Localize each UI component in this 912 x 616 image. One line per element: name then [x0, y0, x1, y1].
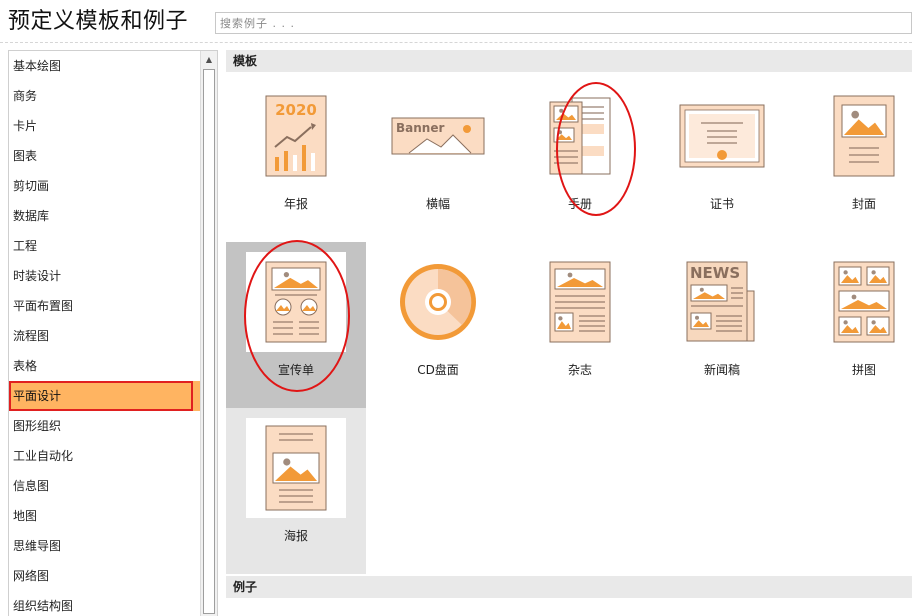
template-tile[interactable]: 拼图 [794, 242, 912, 408]
newsletter-icon: NEWS [672, 252, 772, 352]
certificate-icon [672, 86, 772, 186]
banner-icon: Banner [388, 86, 488, 186]
template-tile[interactable]: 手册 [510, 76, 650, 242]
category-list: 基本绘图 商务 卡片 图表 剪切画 数据库 工程 时装设计 平面布置图 流程图 表格 平面设计 图形组织… [9, 51, 201, 616]
magazine-icon [530, 252, 630, 352]
sidebar-scrollbar[interactable]: ▲ [200, 51, 217, 616]
header-divider [0, 42, 912, 43]
collage-icon [814, 252, 912, 352]
sidebar-item[interactable]: 平面布置图 [9, 291, 201, 321]
flyer-icon [246, 252, 346, 352]
sidebar-item[interactable]: 商务 [9, 81, 201, 111]
annual-report-icon: 2020 [246, 86, 346, 186]
sidebar-item[interactable]: 网络图 [9, 561, 201, 591]
template-label: 手册 [567, 197, 592, 211]
template-label: 新闻稿 [703, 363, 740, 377]
poster-icon [246, 418, 346, 518]
template-tile[interactable]: 宣传单 [226, 242, 366, 408]
template-label: 证书 [709, 197, 734, 211]
template-tile[interactable]: Banner 横幅 [368, 76, 508, 242]
template-label: 海报 [283, 529, 308, 543]
brochure-icon [530, 86, 630, 186]
sidebar-item[interactable]: 地图 [9, 501, 201, 531]
sidebar-item[interactable]: 平面设计 [9, 381, 193, 411]
template-tile[interactable]: NEWS 新闻稿 [652, 242, 792, 408]
scroll-thumb[interactable] [203, 69, 215, 614]
template-label: 封面 [851, 197, 876, 211]
sidebar-item[interactable]: 工业自动化 [9, 441, 201, 471]
templates-dialog: 预定义模板和例子 基本绘图商务卡片图表剪切画数据库工程时装设计平面布置图流程图表… [0, 0, 912, 616]
thumb-news-text: NEWS [690, 264, 740, 282]
template-label: 年报 [283, 197, 308, 211]
template-label: 横幅 [425, 197, 450, 211]
category-sidebar: 基本绘图 商务 卡片 图表 剪切画 数据库 工程 时装设计 平面布置图 流程图 表格 平面设计 图形组织… [8, 50, 218, 616]
cover-icon [814, 86, 912, 186]
sidebar-item[interactable]: 表格 [9, 351, 201, 381]
page-title: 预定义模板和例子 [8, 9, 189, 34]
template-label: 杂志 [567, 363, 592, 377]
search-input[interactable] [215, 12, 912, 34]
sidebar-item[interactable]: 时装设计 [9, 261, 201, 291]
template-tile[interactable]: CD盘面 [368, 242, 508, 408]
template-label: 宣传单 [277, 363, 314, 377]
template-gallery: 模板 2020 年报 Banner 横幅 手册 证书 封面 宣传单 CD盘面 杂… [226, 50, 912, 616]
sidebar-item[interactable]: 流程图 [9, 321, 201, 351]
template-label: CD盘面 [417, 363, 459, 377]
thumb-banner-text: Banner [396, 121, 444, 135]
templates-section-header: 模板 [226, 50, 912, 72]
template-tile[interactable]: 杂志 [510, 242, 650, 408]
template-tile[interactable]: 海报 [226, 408, 366, 574]
sidebar-item[interactable]: 基本绘图 [9, 51, 201, 81]
sidebar-item[interactable]: 卡片 [9, 111, 201, 141]
examples-section-header: 例子 [226, 576, 912, 598]
sidebar-item[interactable]: 剪切画 [9, 171, 201, 201]
template-label: 拼图 [851, 363, 876, 377]
cd-icon [388, 252, 488, 352]
sidebar-item[interactable]: 图形组织 [9, 411, 201, 441]
sidebar-item[interactable]: 图表 [9, 141, 201, 171]
template-tile[interactable]: 2020 年报 [226, 76, 366, 242]
sidebar-item[interactable]: 数据库 [9, 201, 201, 231]
sidebar-item[interactable]: 信息图 [9, 471, 201, 501]
thumb-year-text: 2020 [275, 101, 317, 119]
scroll-up-arrow-icon[interactable]: ▲ [201, 51, 217, 68]
sidebar-item[interactable]: 工程 [9, 231, 201, 261]
template-tile[interactable]: 证书 [652, 76, 792, 242]
sidebar-item[interactable]: 组织结构图 [9, 591, 201, 616]
template-tile[interactable]: 封面 [794, 76, 912, 242]
sidebar-item[interactable]: 思维导图 [9, 531, 201, 561]
